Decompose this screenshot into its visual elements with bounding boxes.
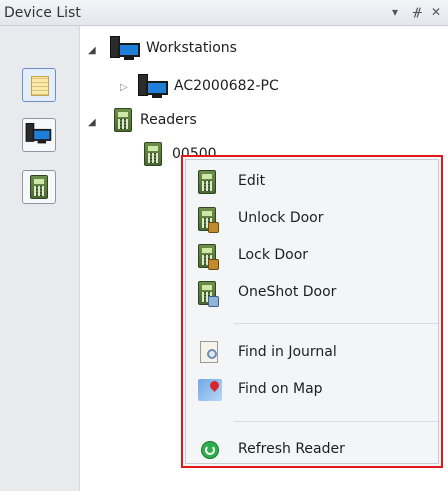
refresh-icon [201,441,219,459]
reader-unlock-icon [198,207,219,233]
context-menu: Edit Unlock Door Lock Door OneShot Door … [181,155,443,468]
panel-titlebar: Device List ▾ ᚌ ✕ [0,0,448,26]
reader-oneshot-icon [198,281,219,307]
menu-item-find-on-map[interactable]: Find on Map [186,374,440,406]
tree-node-label: Readers [140,112,197,128]
panel-close-icon[interactable]: ✕ [431,5,441,19]
panel-title: Device List [4,5,81,21]
menu-item-lock-door[interactable]: Lock Door [186,240,440,272]
panel-pin-icon[interactable]: ᚌ [413,5,422,19]
notes-icon [31,76,49,96]
toolbar-readers-button[interactable] [22,170,56,204]
tree-node-label: AC2000682-PC [174,78,279,94]
tree-node-readers[interactable]: Readers [114,108,197,132]
reader-lock-icon [198,244,219,270]
menu-item-unlock-door[interactable]: Unlock Door [186,203,440,235]
menu-separator [234,323,440,324]
reader-icon [30,175,48,199]
workstation-icon [108,36,142,60]
menu-item-edit[interactable]: Edit [186,166,440,198]
toolbar-notes-button[interactable] [22,68,56,102]
journal-search-icon [200,341,218,363]
tree-node-workstations[interactable]: Workstations [108,36,237,60]
menu-separator [234,421,440,422]
expand-arrow-icon[interactable]: ◢ [88,46,98,56]
map-pin-icon [198,379,222,401]
tree-node-pc[interactable]: AC2000682-PC [136,74,279,98]
toolbar-workstations-button[interactable] [22,118,56,152]
reader-edit-icon [198,170,216,194]
tree-node-label: Workstations [146,40,237,56]
reader-icon [114,108,132,132]
panel-dropdown-icon[interactable]: ▾ [392,5,398,19]
expand-arrow-icon[interactable]: ◢ [88,118,98,128]
menu-item-oneshot-door[interactable]: OneShot Door [186,277,440,309]
workstation-icon [24,123,53,144]
menu-item-find-in-journal[interactable]: Find in Journal [186,337,440,369]
device-toolbar [0,26,80,491]
workstation-icon [136,74,170,98]
reader-icon [144,142,162,166]
collapsed-arrow-icon[interactable]: ▷ [120,83,130,93]
menu-item-refresh-reader[interactable]: Refresh Reader [186,434,440,466]
